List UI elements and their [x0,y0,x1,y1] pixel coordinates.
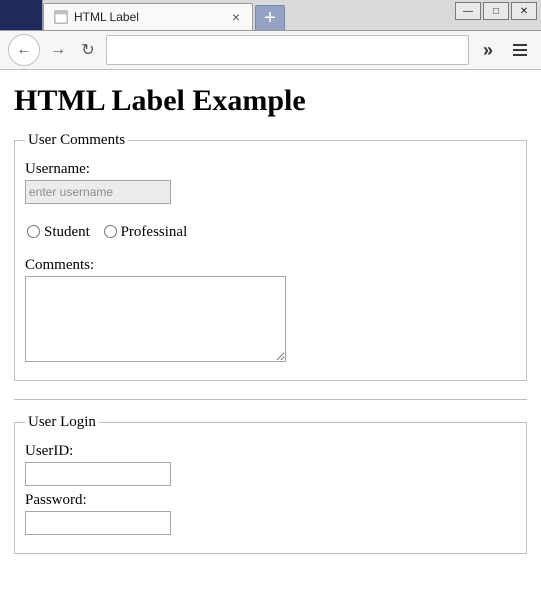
toolbar: ← → ↻ » [0,31,541,70]
page-heading: HTML Label Example [14,84,527,118]
menu-icon [513,44,527,46]
comments-textarea[interactable] [25,276,286,362]
url-bar[interactable] [106,35,469,65]
back-arrow-icon: ← [16,41,32,59]
back-button[interactable]: ← [8,34,40,66]
window-minimize-button[interactable]: — [455,2,481,20]
radio-professional-label: Professinal [121,224,188,240]
tabbar-spacer [0,0,43,30]
reload-button[interactable]: ↻ [76,35,100,65]
window-controls: — □ ✕ [455,2,537,20]
tab-close-icon[interactable]: × [228,10,244,24]
plus-icon: + [264,7,276,30]
page-favicon [54,10,68,24]
maximize-icon: □ [493,6,499,17]
userid-label: UserID: [25,443,516,460]
comments-label: Comments: [25,257,516,274]
reload-icon: ↻ [81,40,94,60]
fieldset-user-login: User Login UserID: Password: [14,414,527,554]
radio-option-professional[interactable]: Professinal [102,224,188,240]
radio-professional[interactable] [104,225,117,238]
forward-arrow-icon: → [50,41,66,59]
password-label: Password: [25,492,516,509]
new-tab-button[interactable]: + [255,5,285,30]
legend-user-comments: User Comments [25,132,128,149]
radio-student[interactable] [27,225,40,238]
forward-button[interactable]: → [46,35,70,65]
window-close-button[interactable]: ✕ [511,2,537,20]
separator [14,399,527,400]
radio-student-label: Student [44,224,90,240]
minimize-icon: — [463,6,473,17]
userid-input[interactable] [25,462,171,486]
radio-option-student[interactable]: Student [25,224,90,240]
username-label: Username: [25,161,516,178]
tab-bar: HTML Label × + — □ ✕ [0,0,541,31]
overflow-icon: » [483,40,493,61]
window-maximize-button[interactable]: □ [483,2,509,20]
menu-button[interactable] [507,37,533,63]
tab-title: HTML Label [74,10,228,24]
username-input[interactable] [25,180,171,204]
browser-tab[interactable]: HTML Label × [43,3,253,30]
fieldset-user-comments: User Comments Username: Student Professi… [14,132,527,381]
close-icon: ✕ [520,6,528,17]
legend-user-login: User Login [25,414,99,431]
page-content: HTML Label Example User Comments Usernam… [0,70,541,564]
browser-chrome: HTML Label × + — □ ✕ ← → ↻ » [0,0,541,70]
overflow-button[interactable]: » [475,37,501,63]
role-radio-group: Student Professinal [25,224,516,241]
password-input[interactable] [25,511,171,535]
